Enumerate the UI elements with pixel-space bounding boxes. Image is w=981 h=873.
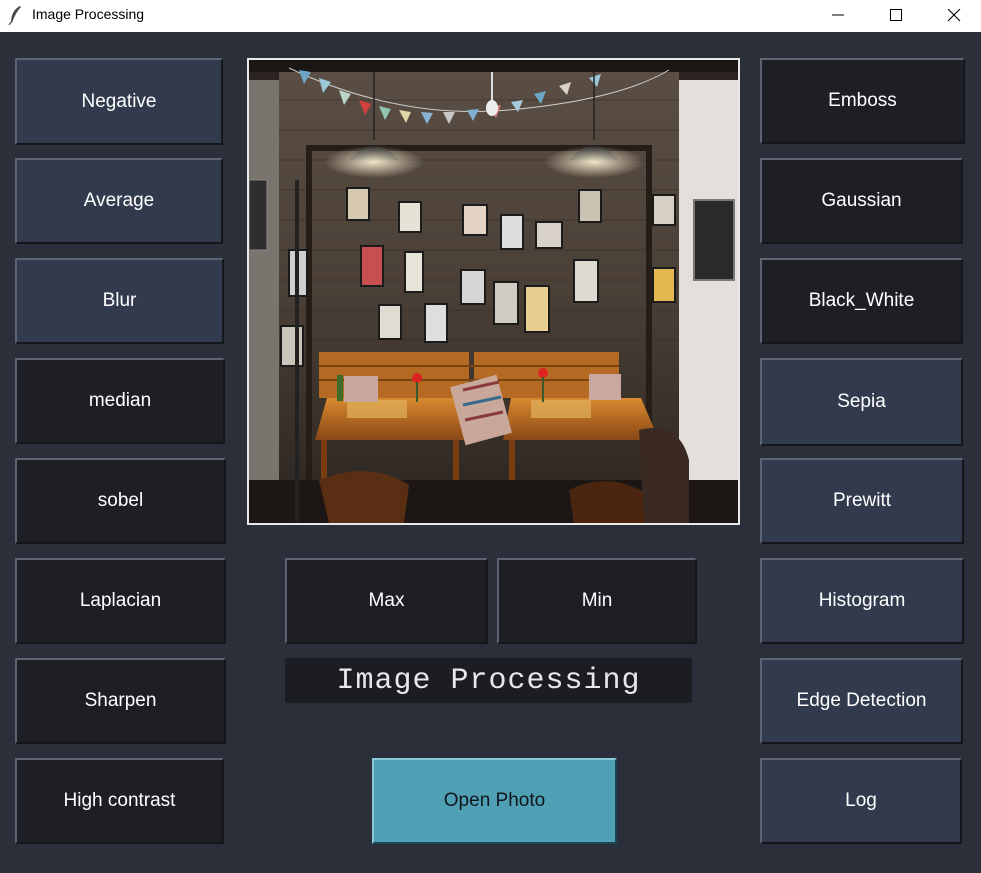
window-title: Image Processing: [32, 6, 145, 22]
maximize-icon: [890, 9, 902, 21]
average-button[interactable]: Average: [15, 158, 223, 244]
maximize-button[interactable]: [867, 0, 925, 32]
gaussian-button[interactable]: Gaussian: [760, 158, 963, 244]
edge-detection-button[interactable]: Edge Detection: [760, 658, 963, 744]
minimize-button[interactable]: [809, 0, 867, 32]
sepia-button[interactable]: Sepia: [760, 358, 963, 446]
close-icon: [947, 9, 961, 22]
high-contrast-button[interactable]: High contrast: [15, 758, 224, 844]
negative-button[interactable]: Negative: [15, 58, 223, 145]
histogram-button[interactable]: Histogram: [760, 558, 964, 644]
black-white-button[interactable]: Black_White: [760, 258, 963, 344]
sobel-button[interactable]: sobel: [15, 458, 226, 544]
minimize-icon: [832, 14, 844, 16]
close-button[interactable]: [925, 0, 981, 32]
laplacian-button[interactable]: Laplacian: [15, 558, 226, 644]
median-button[interactable]: median: [15, 358, 225, 444]
app-title-label: Image Processing: [285, 658, 692, 703]
log-button[interactable]: Log: [760, 758, 962, 844]
title-bar: Image Processing: [0, 0, 981, 32]
open-photo-button[interactable]: Open Photo: [372, 758, 617, 844]
cafe-photo: [249, 60, 738, 523]
blur-button[interactable]: Blur: [15, 258, 224, 344]
sharpen-button[interactable]: Sharpen: [15, 658, 226, 744]
feather-icon: [8, 6, 21, 25]
max-button[interactable]: Max: [285, 558, 488, 644]
min-button[interactable]: Min: [497, 558, 697, 644]
photo-display: [247, 58, 740, 525]
emboss-button[interactable]: Emboss: [760, 58, 965, 144]
prewitt-button[interactable]: Prewitt: [760, 458, 964, 544]
